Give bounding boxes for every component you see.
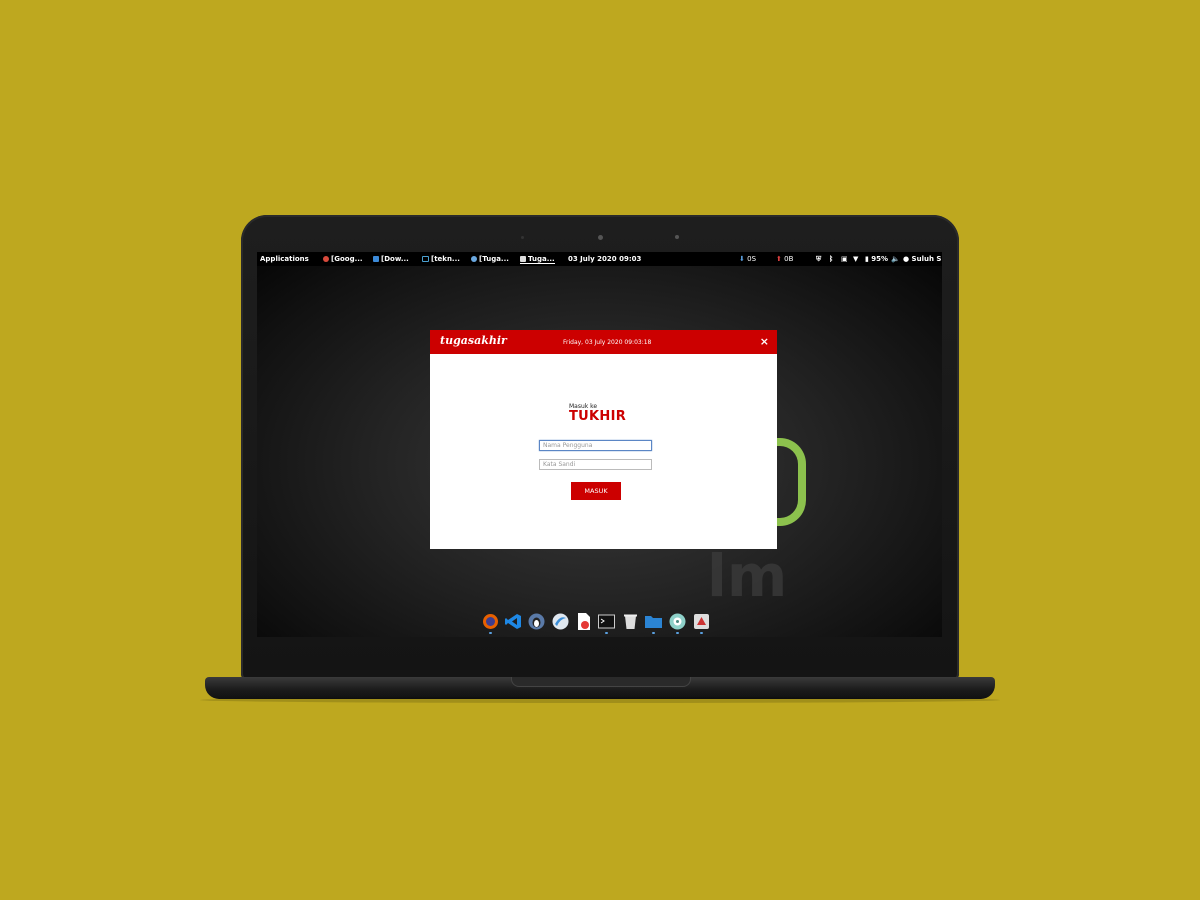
clipboard-icon[interactable]: ▣ — [841, 255, 848, 263]
task-chrome[interactable]: [Goog... — [323, 255, 363, 263]
sensor-icon — [675, 235, 679, 239]
firefox-icon[interactable] — [482, 613, 499, 630]
wifi-icon[interactable]: ▼ — [853, 255, 858, 263]
vscode-icon[interactable] — [505, 613, 522, 630]
trash-icon[interactable] — [622, 613, 639, 630]
chrome-icon — [323, 256, 329, 262]
disk-icon[interactable] — [669, 613, 686, 630]
shield-icon[interactable]: ⛨ — [816, 255, 821, 263]
download-arrow-icon: ⬇ — [739, 255, 745, 263]
running-indicator — [700, 632, 703, 634]
net-indicator[interactable]: ⬇ 0S — [739, 255, 756, 263]
terminal-icon[interactable] — [598, 613, 615, 630]
task-tugas-app[interactable]: Tuga... — [520, 255, 555, 264]
task-downloads[interactable]: [Dow... — [373, 255, 409, 263]
volume-icon[interactable]: 🔈 — [891, 255, 900, 263]
tux-icon[interactable] — [528, 613, 545, 630]
running-indicator — [489, 632, 492, 634]
upload-indicator-label: 0B — [784, 255, 794, 263]
system-icon[interactable] — [693, 613, 710, 630]
laptop-notch — [511, 677, 691, 687]
pdf-icon[interactable] — [575, 613, 592, 630]
top-panel: Applications [Goog... [Dow... [tekn... [… — [257, 252, 942, 266]
bluetooth-icon[interactable]: ᛒ — [829, 255, 833, 263]
username-input[interactable] — [539, 440, 652, 451]
login-dialog: tugasakhir Friday, 03 July 2020 09:03:18… — [430, 330, 777, 549]
task-label: [Dow... — [381, 255, 409, 263]
user-name: Suluh S — [911, 255, 942, 263]
battery-label: 95% — [871, 255, 889, 263]
laptop-base — [205, 677, 995, 699]
mint-reflection: lm — [707, 542, 788, 610]
password-input[interactable] — [539, 459, 652, 470]
globe-icon — [471, 256, 477, 262]
battery-indicator[interactable]: ▮ 95% — [865, 255, 888, 263]
running-indicator — [676, 632, 679, 634]
folder-icon — [373, 256, 379, 262]
login-button[interactable]: MASUK — [571, 482, 621, 500]
close-icon[interactable]: × — [760, 335, 769, 348]
desktop-screen: lm Applications [Goog... [Dow... [tekn..… — [257, 252, 942, 637]
task-label: Tuga... — [528, 255, 555, 263]
task-label: [Tuga... — [479, 255, 509, 263]
browser-icon[interactable] — [552, 613, 569, 630]
webcam-icon — [598, 235, 603, 240]
app-icon — [520, 256, 526, 262]
dock — [482, 612, 718, 634]
task-terminal[interactable]: [tekn... — [422, 255, 460, 263]
dialog-header: tugasakhir Friday, 03 July 2020 09:03:18… — [430, 330, 777, 354]
battery-icon: ▮ — [865, 255, 869, 263]
net-indicator-label: 0S — [747, 255, 757, 263]
applications-menu[interactable]: Applications — [260, 255, 309, 263]
task-tugas-browser[interactable]: [Tuga... — [471, 255, 509, 263]
user-menu[interactable]: ● Suluh S — [903, 255, 941, 263]
laptop-shadow — [200, 697, 1000, 703]
running-indicator — [652, 632, 655, 634]
folder-icon[interactable] — [645, 613, 662, 630]
upload-indicator[interactable]: ⬆ 0B — [776, 255, 793, 263]
mic-icon — [521, 236, 524, 239]
clock[interactable]: 03 July 2020 09:03 — [568, 255, 641, 263]
task-label: [Goog... — [331, 255, 363, 263]
app-logo: tugasakhir — [440, 334, 507, 347]
user-icon: ● — [903, 255, 910, 263]
task-label: [tekn... — [431, 255, 460, 263]
upload-arrow-icon: ⬆ — [776, 255, 782, 263]
running-indicator — [605, 632, 608, 634]
terminal-icon — [422, 256, 429, 262]
header-datetime: Friday, 03 July 2020 09:03:18 — [563, 339, 652, 346]
brand-title: TUKHIR — [569, 409, 627, 424]
